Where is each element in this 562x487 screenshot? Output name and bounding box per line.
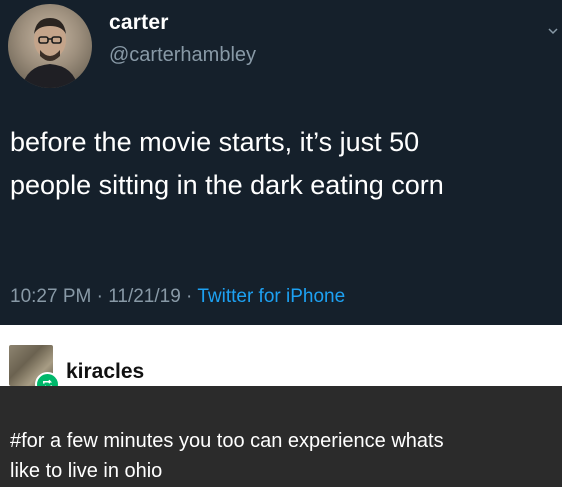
meta-separator: · <box>91 286 109 307</box>
tweet-card: carter @carterhambley before the movie s… <box>0 0 562 325</box>
tweet-meta: 10:27 PM · 11/21/19 · Twitter for iPhone <box>10 286 345 308</box>
tags-line[interactable]: like to live in ohio <box>10 456 558 486</box>
tags-text: #for a few minutes you too can experienc… <box>10 426 558 486</box>
reblog-header: kiracles <box>0 325 562 397</box>
tweet-text: before the movie starts, it’s just 50 pe… <box>10 121 555 207</box>
tweet-text-line: people sitting in the dark eating corn <box>10 170 444 200</box>
display-name[interactable]: carter <box>109 11 169 35</box>
tags-line[interactable]: #for a few minutes you too can experienc… <box>10 426 558 456</box>
tweet-time[interactable]: 10:27 PM <box>10 286 91 307</box>
tweet-text-line: before the movie starts, it’s just 50 <box>10 127 420 157</box>
user-avatar[interactable] <box>8 4 92 88</box>
tweet-date[interactable]: 11/21/19 <box>108 286 181 307</box>
reblogger-username[interactable]: kiracles <box>66 360 144 384</box>
user-handle[interactable]: @carterhambley <box>109 44 256 67</box>
avatar-portrait-icon <box>22 18 78 88</box>
tags-section: #for a few minutes you too can experienc… <box>0 386 562 487</box>
meta-separator: · <box>180 286 198 307</box>
chevron-down-icon[interactable] <box>548 26 558 36</box>
tweet-source-link[interactable]: Twitter for iPhone <box>197 286 345 307</box>
